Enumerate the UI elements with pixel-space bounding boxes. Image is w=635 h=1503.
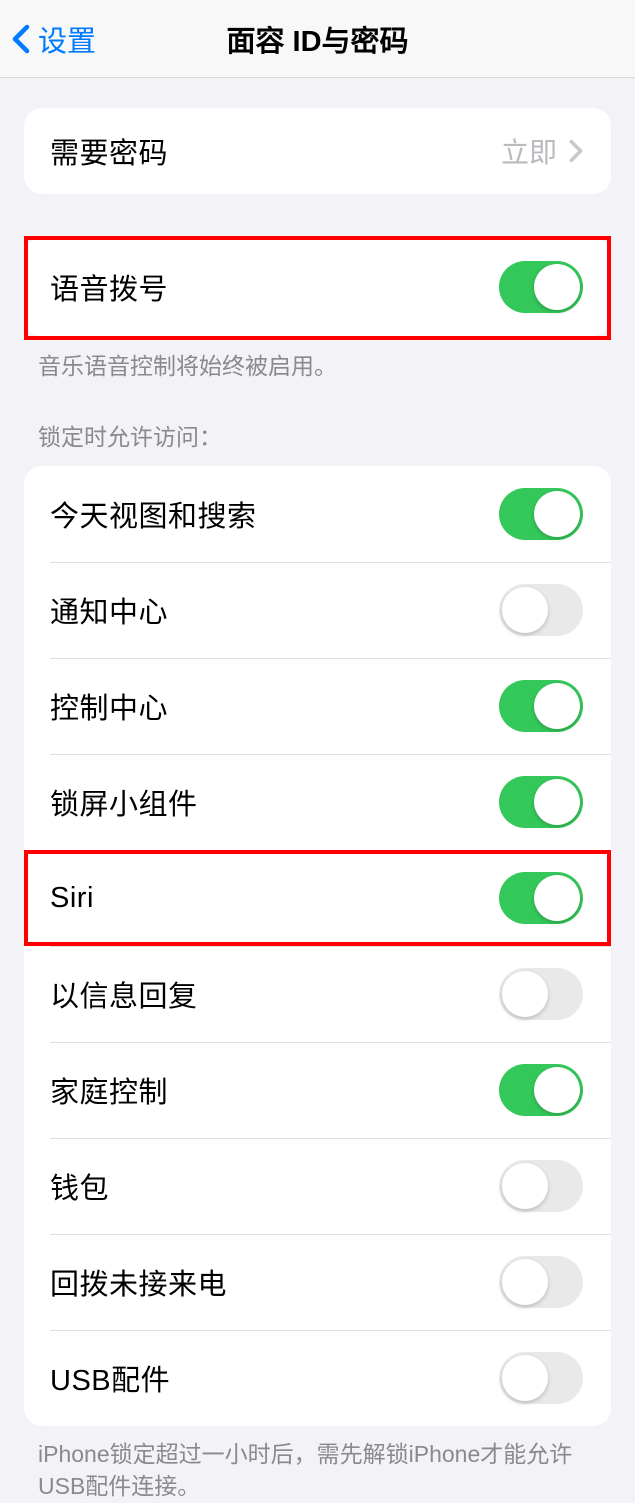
nav-header: 设置 面容 ID与密码	[0, 0, 635, 78]
locked-access-item-label: 回拨未接来电	[50, 1261, 227, 1303]
locked-access-item-label: 家庭控制	[50, 1069, 168, 1111]
chevron-right-icon	[569, 139, 583, 163]
toggle-knob	[502, 1163, 548, 1209]
locked-access-row: 锁屏小组件	[24, 754, 611, 850]
locked-access-row: 控制中心	[24, 658, 611, 754]
locked-access-row: 钱包	[24, 1138, 611, 1234]
toggle-knob	[534, 1067, 580, 1113]
content: 需要密码 立即 语音拨号 音乐语音控制将始终被启用。 锁定时允许访问： 今天视图…	[0, 78, 635, 1503]
locked-access-toggle[interactable]	[499, 680, 583, 732]
page-title: 面容 ID与密码	[226, 18, 408, 60]
locked-access-footer: iPhone锁定超过一小时后，需先解锁iPhone才能允许USB配件连接。	[0, 1426, 635, 1502]
toggle-knob	[502, 971, 548, 1017]
voice-dial-group: 语音拨号	[24, 238, 611, 336]
locked-access-row: 以信息回复	[24, 946, 611, 1042]
toggle-knob	[534, 875, 580, 921]
locked-access-row: 今天视图和搜索	[24, 466, 611, 562]
locked-access-toggle[interactable]	[499, 584, 583, 636]
locked-access-toggle[interactable]	[499, 1160, 583, 1212]
voice-dial-label: 语音拨号	[50, 266, 168, 308]
locked-access-item-label: USB配件	[50, 1357, 170, 1399]
toggle-knob	[502, 587, 548, 633]
locked-access-group: 今天视图和搜索通知中心控制中心锁屏小组件 Siri 以信息回复家庭控制钱包回拨未接来…	[24, 466, 611, 1426]
locked-access-header: 锁定时允许访问：	[0, 382, 635, 466]
locked-access-item-label: 今天视图和搜索	[50, 493, 257, 535]
locked-access-row: 回拨未接来电	[24, 1234, 611, 1330]
toggle-knob	[534, 264, 580, 310]
locked-access-item-label: Siri	[50, 882, 94, 915]
locked-access-row: USB配件	[24, 1330, 611, 1426]
locked-access-item-label: 通知中心	[50, 589, 168, 631]
toggle-knob	[534, 683, 580, 729]
locked-access-toggle[interactable]	[499, 1352, 583, 1404]
toggle-knob	[534, 491, 580, 537]
locked-access-row: 通知中心	[24, 562, 611, 658]
locked-access-row: Siri	[24, 850, 611, 946]
toggle-knob	[502, 1355, 548, 1401]
locked-access-item-label: 以信息回复	[50, 973, 198, 1015]
toggle-knob	[502, 1259, 548, 1305]
toggle-knob	[534, 779, 580, 825]
back-label: 设置	[38, 18, 96, 60]
require-passcode-value: 立即	[501, 131, 557, 171]
locked-access-item-label: 控制中心	[50, 685, 168, 727]
locked-access-toggle[interactable]	[499, 776, 583, 828]
row-right: 立即	[501, 131, 583, 171]
back-button[interactable]: 设置	[0, 18, 96, 60]
locked-access-toggle[interactable]	[499, 1256, 583, 1308]
voice-dial-footer: 音乐语音控制将始终被启用。	[0, 336, 635, 382]
locked-access-toggle[interactable]	[499, 488, 583, 540]
locked-access-item-label: 锁屏小组件	[50, 781, 198, 823]
voice-dial-row: 语音拨号	[24, 238, 611, 336]
chevron-left-icon	[12, 24, 30, 54]
require-passcode-row[interactable]: 需要密码 立即	[24, 108, 611, 194]
locked-access-row: 家庭控制	[24, 1042, 611, 1138]
locked-access-toggle[interactable]	[499, 968, 583, 1020]
require-passcode-label: 需要密码	[50, 130, 168, 172]
locked-access-toggle[interactable]	[499, 872, 583, 924]
locked-access-toggle[interactable]	[499, 1064, 583, 1116]
passcode-group: 需要密码 立即	[24, 108, 611, 194]
locked-access-item-label: 钱包	[50, 1165, 109, 1207]
voice-dial-toggle[interactable]	[499, 261, 583, 313]
